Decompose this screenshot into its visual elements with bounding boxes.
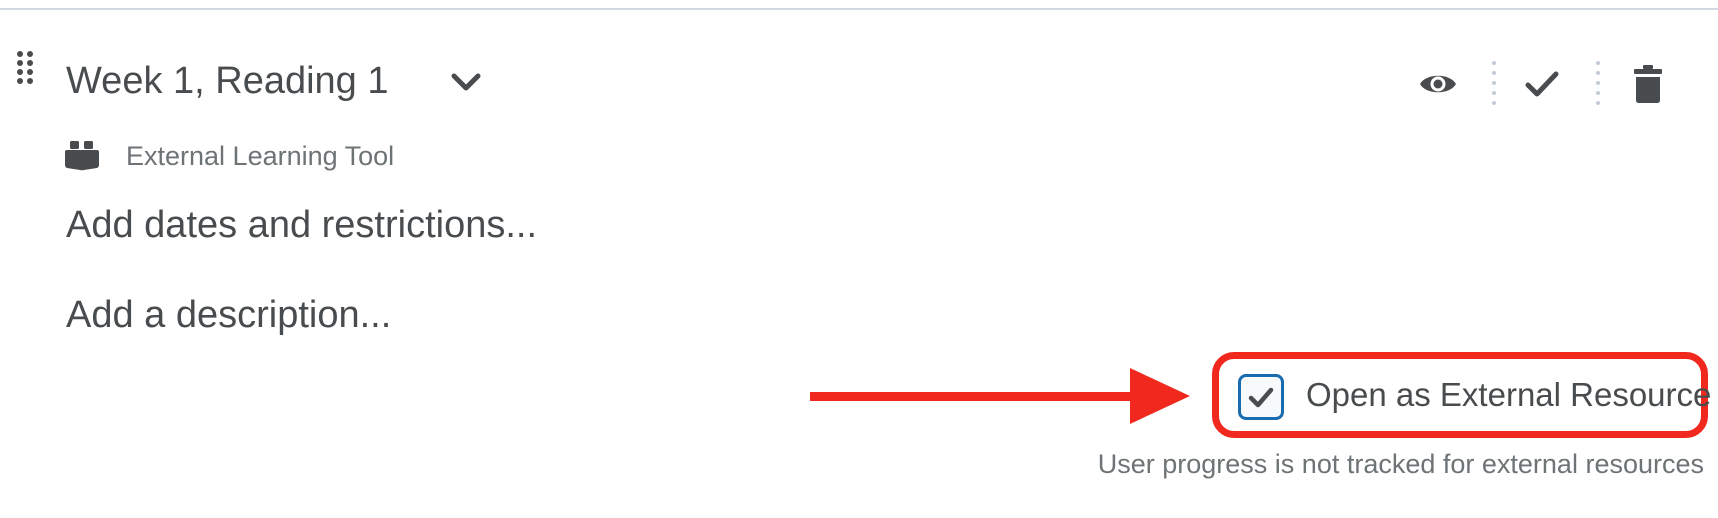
add-description-link[interactable]: Add a description...	[66, 290, 391, 340]
item-type-label: External Learning Tool	[126, 140, 395, 171]
add-dates-link[interactable]: Add dates and restrictions...	[66, 200, 537, 250]
checkmark-icon	[1525, 71, 1559, 97]
toolbar-separator	[1492, 61, 1496, 105]
item-type-row: External Learning Tool	[64, 138, 394, 174]
chevron-down-icon[interactable]	[450, 70, 482, 94]
completion-button[interactable]	[1514, 56, 1570, 112]
eye-icon	[1420, 75, 1456, 93]
lego-brick-icon	[65, 141, 99, 171]
annotation-arrow	[810, 368, 1190, 424]
open-external-checkbox[interactable]	[1238, 374, 1284, 420]
top-divider	[0, 8, 1718, 10]
visibility-button[interactable]	[1410, 56, 1466, 112]
item-title[interactable]: Week 1, Reading 1	[66, 56, 389, 106]
item-toolbar	[1410, 56, 1690, 112]
checkmark-icon	[1248, 387, 1274, 408]
open-external-label[interactable]: Open as External Resource	[1306, 372, 1711, 418]
external-resource-hint: User progress is not tracked for externa…	[1097, 449, 1704, 479]
toolbar-separator	[1596, 61, 1600, 105]
drag-handle-icon[interactable]	[16, 50, 34, 86]
trash-icon	[1634, 65, 1662, 103]
delete-button[interactable]	[1620, 56, 1676, 112]
